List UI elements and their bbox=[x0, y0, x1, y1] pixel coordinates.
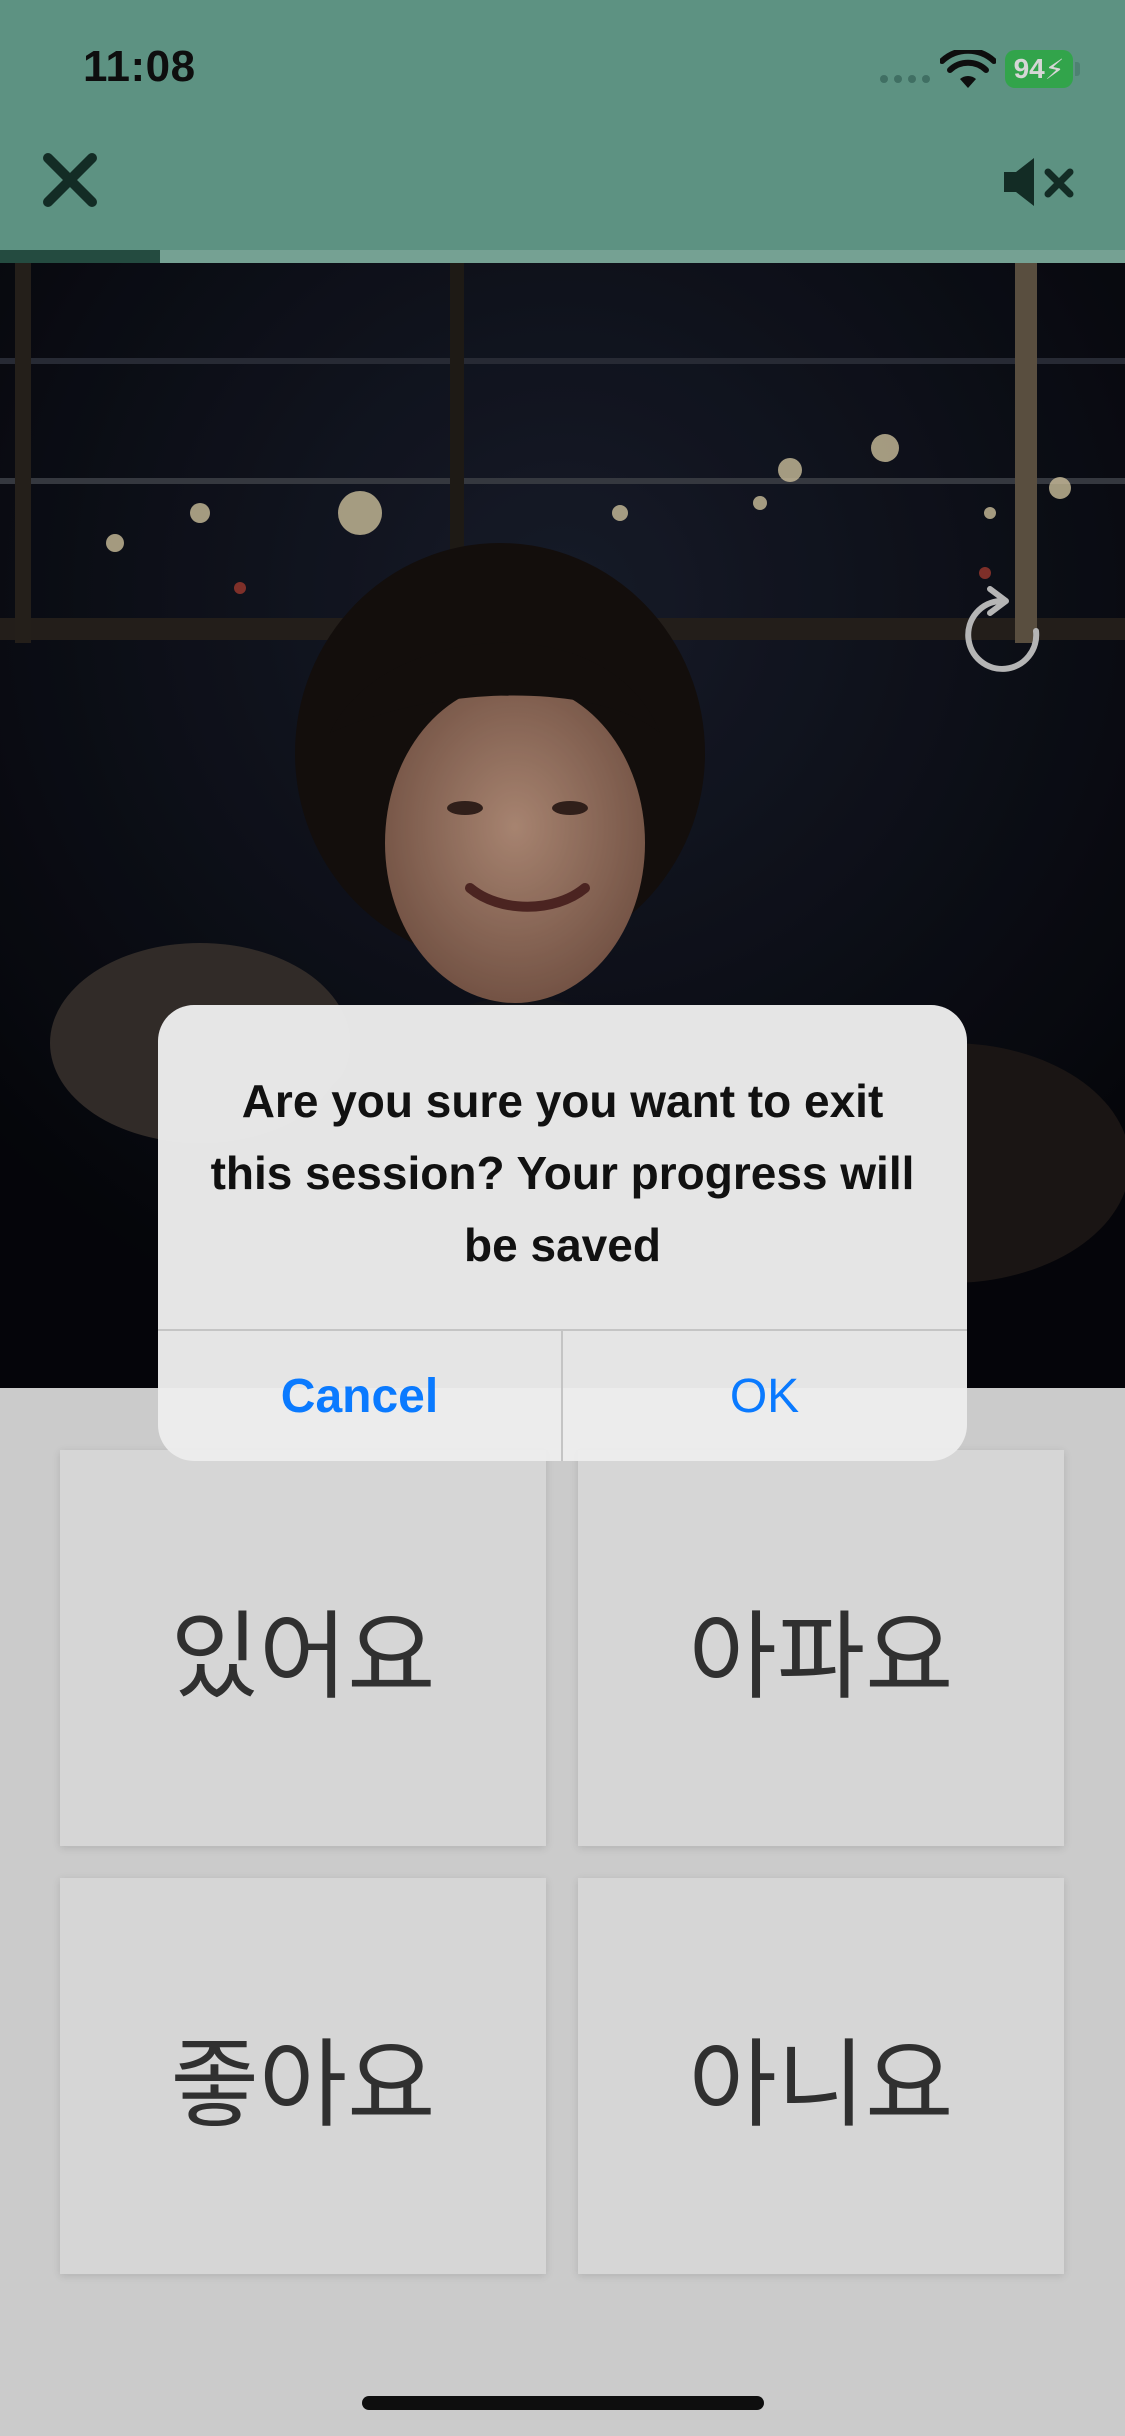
exit-confirmation-dialog: Are you sure you want to exit this sessi… bbox=[158, 1005, 967, 1461]
dialog-message: Are you sure you want to exit this sessi… bbox=[210, 1075, 915, 1271]
ok-button[interactable]: OK bbox=[563, 1331, 966, 1461]
screen: 11:08 94 ⚡ 있어요 아파요 좋아요 아니요 Are you sure … bbox=[0, 0, 1125, 2436]
cancel-button[interactable]: Cancel bbox=[158, 1331, 561, 1461]
